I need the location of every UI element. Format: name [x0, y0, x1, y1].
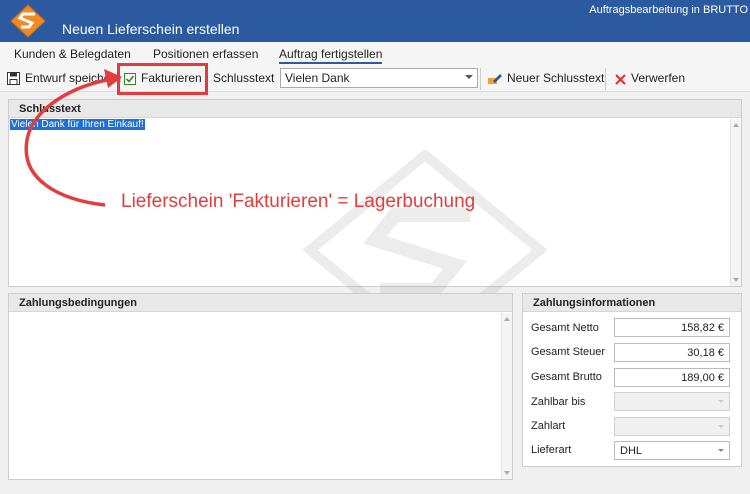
payment-method-select[interactable]	[614, 417, 730, 436]
gross-total-field[interactable]: 189,00 €	[614, 368, 730, 387]
due-date-label: Zahlbar bis	[531, 396, 586, 408]
shipping-method-value: DHL	[620, 445, 643, 457]
shipping-method-select[interactable]: DHL	[614, 441, 730, 460]
gross-total-label: Gesamt Brutto	[531, 371, 602, 383]
scrollbar[interactable]	[501, 313, 512, 479]
payment-method-label: Zahlart	[531, 420, 566, 432]
net-total-field[interactable]: 158,82 €	[614, 318, 730, 337]
tax-total-field[interactable]: 30,18 €	[614, 343, 730, 362]
scroll-up-icon[interactable]	[504, 317, 510, 321]
chevron-down-icon	[718, 400, 724, 403]
payment-info-panel-header: Zahlungsinformationen	[523, 294, 741, 312]
chevron-down-icon	[718, 425, 724, 428]
chevron-down-icon	[718, 449, 724, 452]
shipping-method-label: Lieferart	[531, 444, 572, 456]
payment-terms-panel: Zahlungsbedingungen	[8, 293, 513, 480]
annotation-text: Lieferschein 'Fakturieren' = Lagerbuchun…	[121, 191, 476, 212]
net-total-label: Gesamt Netto	[531, 322, 599, 334]
scroll-down-icon[interactable]	[504, 471, 510, 475]
tax-total-label: Gesamt Steuer	[531, 346, 605, 358]
due-date-select[interactable]	[614, 392, 730, 411]
payment-terms-panel-header: Zahlungsbedingungen	[9, 294, 512, 312]
